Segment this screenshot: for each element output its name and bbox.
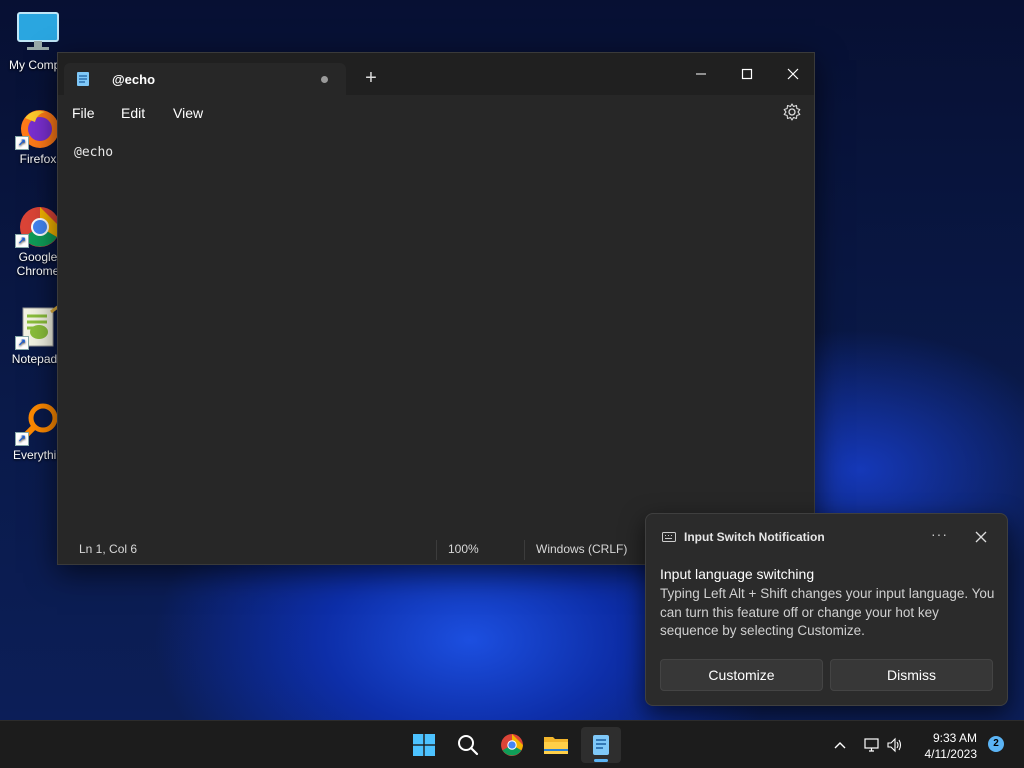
notification-body: Typing Left Alt + Shift changes your inp… [660, 586, 995, 638]
tab-echo[interactable]: @echo [64, 63, 346, 95]
volume-icon [887, 737, 902, 753]
network-icon [864, 738, 879, 752]
shortcut-arrow-icon: ↗ [15, 136, 29, 150]
close-icon [787, 68, 799, 80]
zoom-level[interactable]: 100% [448, 542, 479, 556]
close-icon [975, 531, 987, 543]
title-bar[interactable]: @echo + [58, 53, 814, 95]
desktop-icon-label: Firefox [19, 152, 57, 166]
notification-close-button[interactable] [972, 528, 990, 546]
notification-header: Input Switch Notification [662, 530, 825, 544]
unsaved-indicator-icon[interactable] [321, 75, 328, 83]
desktop-icon-label: Everythin [12, 448, 64, 462]
status-divider [524, 540, 525, 560]
gear-icon [783, 103, 801, 121]
notepadpp-icon: ↗ [15, 304, 61, 350]
minimize-icon [696, 73, 706, 75]
search-icon [458, 735, 479, 756]
notepad-icon [77, 72, 89, 86]
dismiss-button[interactable]: Dismiss [830, 659, 993, 691]
more-options-button[interactable]: ··· [931, 526, 948, 542]
notification-app-name: Input Switch Notification [684, 530, 825, 544]
search-button[interactable] [448, 727, 488, 763]
menu-view[interactable]: View [173, 105, 203, 121]
settings-button[interactable] [782, 102, 802, 122]
desktop-icon-label: Google [18, 250, 58, 264]
file-explorer-icon [544, 737, 568, 754]
taskbar-chrome[interactable] [492, 727, 532, 763]
notification-count-badge[interactable]: 2 [988, 736, 1004, 752]
everything-icon: ↗ [15, 400, 61, 446]
new-tab-button[interactable]: + [360, 67, 382, 89]
clock-time[interactable]: 9:33 AM [912, 731, 977, 745]
start-button[interactable] [404, 727, 444, 763]
chrome-icon: ↗ [15, 202, 61, 248]
active-app-indicator [594, 759, 608, 762]
input-switch-notification: Input Switch Notification ··· Input lang… [645, 513, 1008, 706]
menu-edit[interactable]: Edit [121, 105, 145, 121]
notepad-window: @echo + File Edit View @echo Ln 1, Col 6… [57, 52, 815, 565]
taskbar: 9:33 AM 4/11/2023 [0, 720, 1024, 768]
shortcut-arrow-icon: ↗ [15, 234, 29, 248]
tab-title: @echo [112, 71, 156, 87]
text-editor[interactable]: @echo [74, 145, 113, 160]
clock-date[interactable]: 4/11/2023 [912, 747, 978, 761]
status-divider [436, 540, 437, 560]
minimize-button[interactable] [678, 59, 724, 89]
keyboard-icon [662, 532, 676, 542]
show-hidden-icons-button[interactable] [822, 727, 858, 763]
menu-file[interactable]: File [72, 105, 95, 121]
maximize-icon [741, 68, 753, 80]
desktop-icon-label: Chrome [16, 264, 60, 278]
chevron-up-icon [834, 742, 846, 749]
network-volume-button[interactable] [860, 727, 908, 763]
chrome-icon [501, 734, 523, 756]
notepad-icon [593, 735, 609, 755]
shortcut-arrow-icon: ↗ [15, 432, 29, 446]
line-ending[interactable]: Windows (CRLF) [536, 542, 627, 556]
maximize-button[interactable] [724, 59, 770, 89]
cursor-position: Ln 1, Col 6 [79, 542, 138, 556]
taskbar-file-explorer[interactable] [536, 727, 576, 763]
firefox-icon: ↗ [15, 104, 61, 150]
monitor-icon [15, 10, 61, 56]
taskbar-notepad[interactable] [581, 727, 621, 763]
start-icon [413, 734, 435, 756]
close-button[interactable] [770, 59, 816, 89]
shortcut-arrow-icon: ↗ [15, 336, 29, 350]
customize-button[interactable]: Customize [660, 659, 823, 691]
notification-title: Input language switching [660, 566, 815, 582]
